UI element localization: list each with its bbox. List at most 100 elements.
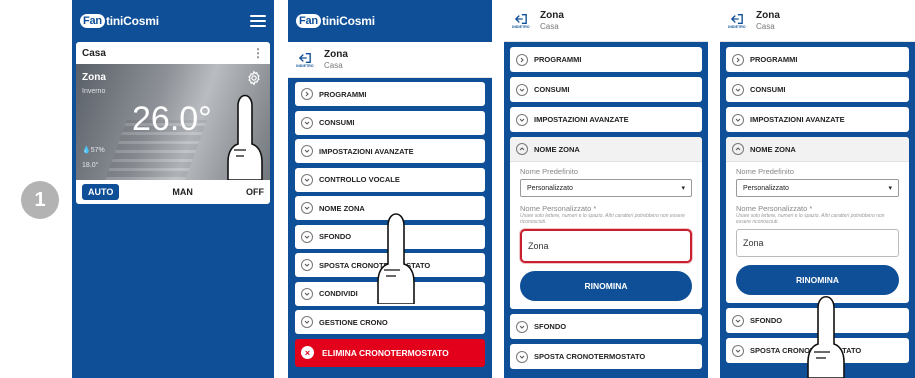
logo-text: tiniCosmi: [105, 14, 159, 28]
rename-panel: NOME ZONA Nome Predefinito Personalizzat…: [726, 137, 909, 303]
menu-item-label: IMPOSTAZIONI AVANZATE: [534, 115, 629, 124]
menu-item-nome-zona[interactable]: NOME ZONA: [510, 137, 702, 162]
menu-item-impostazioni-avanzate[interactable]: IMPOSTAZIONI AVANZATE: [510, 107, 702, 132]
menu-item-nome-zona[interactable]: NOME ZONA: [726, 137, 909, 162]
menu-item-label: IMPOSTAZIONI AVANZATE: [319, 146, 414, 156]
default-name-value: Personalizzato: [527, 184, 573, 192]
custom-name-input[interactable]: Zona: [520, 229, 692, 263]
menu-item-gestione-crono[interactable]: GESTIONE CRONO: [295, 310, 485, 334]
menu-item-label: CONSUMI: [319, 118, 355, 127]
brand-logo: Fan tiniCosmi: [80, 14, 159, 28]
zone-subtitle: Casa: [756, 22, 775, 31]
custom-name-input[interactable]: Zona: [736, 229, 899, 257]
menu-item-sposta-cronotermostato[interactable]: SPOSTA CRONOTERMOSTATO: [726, 338, 909, 363]
menu-item-programmi[interactable]: PROGRAMMI: [726, 47, 909, 72]
zone-header: INDIETRO Zona Casa: [504, 0, 708, 42]
back-arrow-icon: [514, 13, 527, 24]
custom-name-label: Nome Personalizzato *: [736, 204, 813, 213]
zone-title: Zona: [756, 10, 780, 21]
rename-button[interactable]: RINOMINA: [736, 265, 899, 295]
menu-item-sfondo[interactable]: SFONDO: [510, 314, 702, 339]
menu-item-label: CONTROLLO VOCALE: [319, 175, 400, 184]
default-name-label: Nome Predefinito: [520, 167, 578, 176]
menu-item-controllo-vocale[interactable]: CONTROLLO VOCALE: [295, 167, 485, 192]
back-button[interactable]: INDIETRO: [294, 52, 316, 68]
mode-auto-button[interactable]: AUTO: [82, 184, 120, 200]
menu-item-consumi[interactable]: CONSUMI: [726, 77, 909, 102]
gear-icon[interactable]: [246, 70, 262, 86]
default-name-value: Personalizzato: [743, 184, 789, 192]
zone-title: Zona: [540, 10, 564, 21]
mode-man-button[interactable]: MAN: [172, 187, 193, 197]
menu-item-impostazioni-avanzate[interactable]: IMPOSTAZIONI AVANZATE: [295, 139, 485, 163]
menu-item-label: SPOSTA CRONOTERMOSTATO: [534, 352, 646, 361]
custom-name-hint: Usare solo lettere, numeri e lo spazio. …: [520, 213, 685, 225]
logo-text: tiniCosmi: [321, 14, 375, 28]
phone-screen-zone-menu: Fan tiniCosmi INDIETRO Zona Casa PROGRAMM…: [288, 0, 492, 378]
zone-subtitle: Casa: [324, 61, 343, 70]
menu-item-impostazioni-avanzate[interactable]: IMPOSTAZIONI AVANZATE: [726, 107, 909, 132]
custom-name-hint: Usare solo lettere, numeri e lo spazio. …: [736, 213, 885, 225]
tutorial-stage: 1 Fan tiniCosmi Casa ⋮ Zona Inverno 26.0°…: [0, 0, 915, 378]
mode-off-button[interactable]: OFF: [246, 187, 264, 197]
zone-menu: PROGRAMMI CONSUMI IMPOSTAZIONI AVANZATE …: [288, 78, 492, 367]
back-button[interactable]: INDIETRO: [510, 13, 532, 29]
menu-item-consumi[interactable]: CONSUMI: [295, 110, 485, 135]
default-name-select[interactable]: Personalizzato ▾: [736, 179, 899, 197]
kebab-menu-icon[interactable]: ⋮: [252, 46, 264, 60]
zone-menu: PROGRAMMI CONSUMI IMPOSTAZIONI AVANZATE …: [720, 42, 915, 363]
menu-item-label: SFONDO: [534, 322, 567, 331]
rename-form: Nome Predefinito Personalizzato ▾ Nome Pe…: [726, 162, 909, 303]
menu-item-sposta-cronotermostato[interactable]: SPOSTA CRONOTERMOSTATO: [295, 253, 485, 277]
menu-item-label: IMPOSTAZIONI AVANZATE: [750, 115, 845, 124]
menu-item-sfondo[interactable]: SFONDO: [295, 224, 485, 249]
step-badge: 1: [21, 181, 59, 219]
menu-item-label: SPOSTA CRONOTERMOSTATO: [319, 260, 431, 270]
humidity-value: 57%: [90, 147, 105, 154]
chevron-down-icon: [732, 344, 744, 357]
menu-item-nome-zona[interactable]: NOME ZONA: [295, 196, 485, 220]
back-arrow-icon: [298, 52, 311, 63]
custom-name-label: Nome Personalizzato *: [520, 204, 597, 213]
default-name-label: Nome Predefinito: [736, 167, 794, 176]
chevron-down-icon: [516, 350, 528, 363]
delete-thermostat-button[interactable]: × ELIMINA CRONOTERMOSTATO: [295, 338, 485, 367]
hamburger-menu-icon[interactable]: [250, 15, 266, 27]
caret-down-icon: ▾: [888, 185, 892, 192]
caret-down-icon: ▾: [681, 185, 685, 192]
menu-item-sfondo[interactable]: SFONDO: [726, 308, 909, 333]
chevron-down-icon: [301, 259, 313, 271]
logo-badge: Fan: [296, 14, 321, 28]
chevron-down-icon: [516, 320, 528, 333]
zone-season-mode: Inverno: [82, 88, 106, 95]
menu-item-consumi[interactable]: CONSUMI: [510, 77, 702, 102]
menu-item-label: NOME ZONA: [319, 203, 365, 213]
chevron-right-icon: [516, 53, 528, 66]
home-name: Casa: [82, 47, 106, 59]
chevron-down-icon: [732, 314, 744, 327]
default-name-select[interactable]: Personalizzato ▾: [520, 179, 692, 197]
chevron-down-icon: [301, 316, 313, 328]
zone-tile[interactable]: Zona Inverno 26.0° 💧57% 18.0°: [76, 64, 270, 180]
chevron-down-icon: [301, 145, 313, 157]
phone-screen-rename-confirm: INDIETRO Zona Casa PROGRAMMI CONSUMI IMP…: [720, 0, 915, 378]
back-label: INDIETRO: [296, 63, 314, 68]
menu-item-label: SFONDO: [750, 316, 783, 325]
menu-item-programmi[interactable]: PROGRAMMI: [295, 82, 485, 106]
back-button[interactable]: INDIETRO: [726, 13, 748, 29]
zone-menu: PROGRAMMI CONSUMI IMPOSTAZIONI AVANZATE …: [504, 42, 708, 369]
chevron-right-icon: [732, 53, 744, 66]
zone-menu-body: PROGRAMMI CONSUMI IMPOSTAZIONI AVANZATE …: [720, 42, 915, 378]
menu-item-sposta-cronotermostato[interactable]: SPOSTA CRONOTERMOSTATO: [510, 344, 702, 369]
menu-item-label: PROGRAMMI: [534, 55, 582, 64]
menu-item-programmi[interactable]: PROGRAMMI: [510, 47, 702, 72]
menu-item-condividi[interactable]: CONDIVIDI: [295, 281, 485, 306]
logo-badge: Fan: [80, 14, 105, 28]
zone-header: INDIETRO Zona Casa: [288, 42, 492, 78]
chevron-down-icon: [732, 83, 744, 96]
rename-button[interactable]: RINOMINA: [520, 271, 692, 301]
chevron-down-icon: [516, 113, 528, 126]
menu-item-label: SPOSTA CRONOTERMOSTATO: [750, 346, 862, 355]
mode-selector: AUTO MAN OFF: [76, 180, 270, 204]
chevron-up-icon: [732, 143, 744, 155]
